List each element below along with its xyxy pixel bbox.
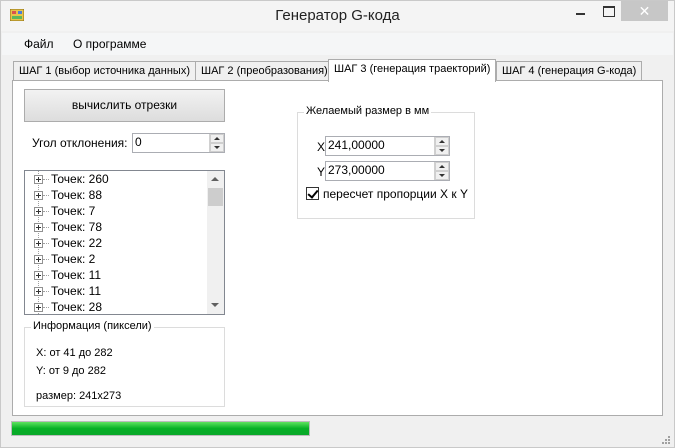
y-size-input[interactable] — [328, 163, 432, 177]
tree-node[interactable]: Точек: 11 — [25, 267, 208, 283]
tree-node-label: Точек: 260 — [51, 172, 109, 186]
proportion-checkbox[interactable] — [306, 187, 319, 200]
progress-bar — [11, 421, 310, 436]
proportion-label[interactable]: пересчет пропорции X к Y — [323, 187, 468, 201]
scroll-down-icon[interactable] — [207, 297, 224, 314]
close-button[interactable]: ✕ — [621, 1, 668, 21]
expand-plus-icon[interactable] — [34, 207, 43, 216]
progress-fill — [12, 422, 309, 435]
menu-file[interactable]: Файл — [24, 37, 54, 51]
minimize-button[interactable] — [567, 1, 594, 21]
tab-step2[interactable]: ШАГ 2 (преобразования) — [195, 61, 334, 81]
expand-plus-icon[interactable] — [34, 287, 43, 296]
expand-plus-icon[interactable] — [34, 175, 43, 184]
tree-node-label: Точек: 22 — [51, 236, 102, 250]
tab-step3[interactable]: ШАГ 3 (генерация траекторий) — [328, 59, 497, 82]
x-size-stepper — [325, 136, 450, 156]
desired-size-group: Желаемый размер в мм X: Y: пересчет проп… — [297, 105, 475, 219]
tree-node-label: Точек: 78 — [51, 220, 102, 234]
info-y-range: Y: от 9 до 282 — [36, 365, 106, 377]
angle-input[interactable] — [135, 135, 207, 149]
angle-down-button[interactable] — [210, 143, 224, 152]
expand-plus-icon[interactable] — [34, 239, 43, 248]
resize-grip-icon[interactable] — [661, 435, 671, 445]
y-down-button[interactable] — [435, 171, 449, 180]
angle-label: Угол отклонения: — [32, 136, 128, 150]
tree-node-label: Точек: 11 — [51, 268, 102, 282]
angle-stepper — [132, 133, 225, 153]
expand-plus-icon[interactable] — [34, 303, 43, 312]
tree-node[interactable]: Точек: 78 — [25, 219, 208, 235]
scroll-thumb[interactable] — [208, 188, 223, 206]
tab-step1[interactable]: ШАГ 1 (выбор источника данных) — [13, 61, 196, 81]
x-down-button[interactable] — [435, 146, 449, 155]
tree-scrollbar[interactable] — [207, 171, 224, 314]
y-size-stepper — [325, 161, 450, 181]
main-window: Генератор G-кода ✕ Файл О программе ШАГ … — [0, 0, 675, 448]
info-size: размер: 241x273 — [36, 390, 122, 402]
tree-node-label: Точек: 28 — [51, 300, 102, 314]
tree-node[interactable]: Точек: 22 — [25, 235, 208, 251]
scroll-up-icon[interactable] — [207, 171, 224, 188]
compute-segments-button[interactable]: вычислить отрезки — [24, 89, 225, 122]
tree-node[interactable]: Точек: 88 — [25, 187, 208, 203]
tree-node[interactable]: Точек: 28 — [25, 299, 208, 314]
y-up-button[interactable] — [435, 162, 449, 171]
close-icon: ✕ — [638, 3, 651, 19]
tree-node[interactable]: Точек: 7 — [25, 203, 208, 219]
tree-node[interactable]: Точек: 2 — [25, 251, 208, 267]
info-x-range: X: от 41 до 282 — [36, 347, 113, 359]
info-group-title: Информация (пиксели) — [31, 320, 154, 332]
tree-node-label: Точек: 11 — [51, 284, 102, 298]
maximize-button[interactable] — [595, 1, 622, 21]
expand-plus-icon[interactable] — [34, 255, 43, 264]
step3-panel: вычислить отрезки Угол отклонения: Точек… — [12, 80, 663, 416]
tree-node[interactable]: Точек: 11 — [25, 283, 208, 299]
desired-size-title: Желаемый размер в мм — [304, 105, 432, 117]
menu-about[interactable]: О программе — [73, 37, 146, 51]
tree-node-label: Точек: 2 — [51, 252, 96, 266]
tab-strip: ШАГ 1 (выбор источника данных) ШАГ 2 (пр… — [11, 59, 666, 82]
tree-node-label: Точек: 88 — [51, 188, 102, 202]
tab-step4[interactable]: ШАГ 4 (генерация G-кода) — [496, 61, 643, 81]
angle-up-button[interactable] — [210, 134, 224, 143]
tree-node[interactable]: Точек: 260 — [25, 171, 208, 187]
info-group: Информация (пиксели) X: от 41 до 282 Y: … — [24, 320, 225, 407]
menu-bar: Файл О программе — [2, 33, 673, 55]
tree-node-label: Точек: 7 — [51, 204, 96, 218]
title-bar[interactable]: Генератор G-кода ✕ — [1, 1, 674, 31]
expand-plus-icon[interactable] — [34, 271, 43, 280]
x-up-button[interactable] — [435, 137, 449, 146]
expand-plus-icon[interactable] — [34, 223, 43, 232]
expand-plus-icon[interactable] — [34, 191, 43, 200]
points-tree[interactable]: Точек: 260 Точек: 88 Точек: 7 Точек: 78 Точе… — [24, 170, 225, 315]
x-size-input[interactable] — [328, 138, 432, 152]
